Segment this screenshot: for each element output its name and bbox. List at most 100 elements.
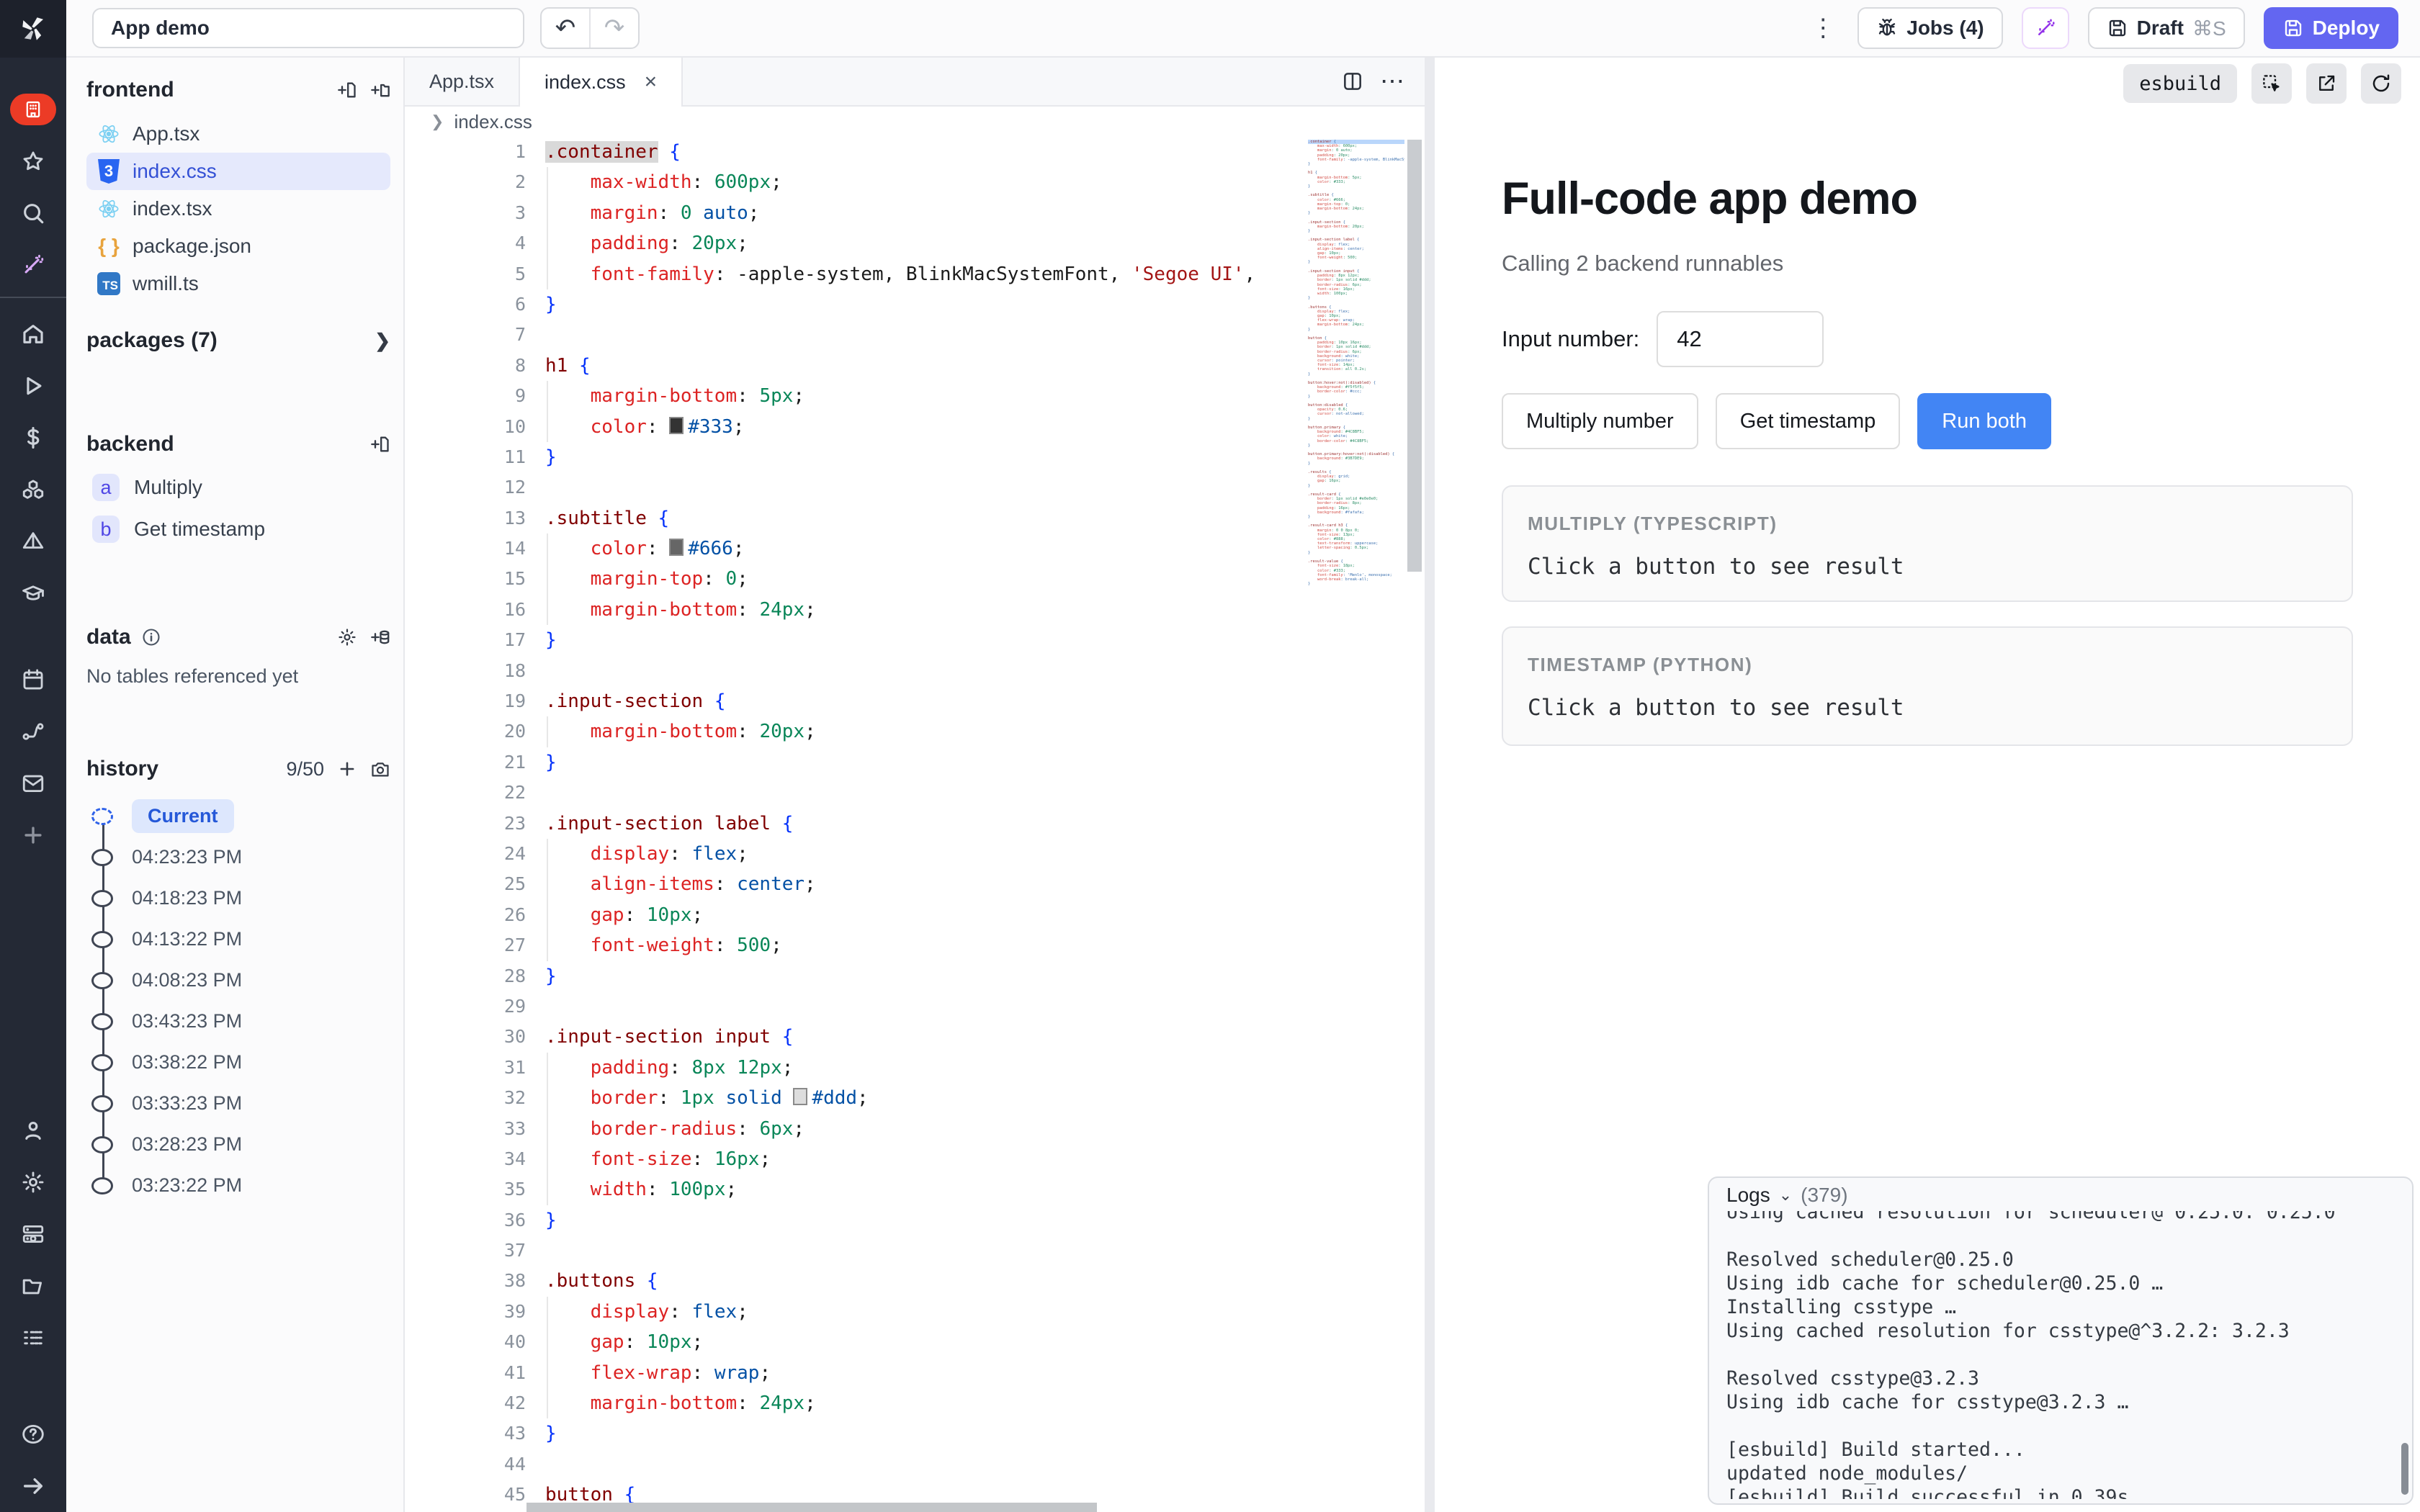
mail-icon[interactable] xyxy=(0,757,66,809)
history-entry[interactable]: 04:13:22 PM xyxy=(86,919,390,960)
inspect-select-button[interactable] xyxy=(2251,63,2292,104)
logs-list-icon[interactable] xyxy=(0,1312,66,1364)
code-line-5[interactable]: 5 font-family: -apple-system, BlinkMacSy… xyxy=(405,259,1425,289)
code-line-6[interactable]: 6} xyxy=(405,289,1425,320)
code-line-12[interactable]: 12 xyxy=(405,472,1425,503)
code-line-11[interactable]: 11} xyxy=(405,442,1425,472)
chevron-right-icon[interactable]: ❯ xyxy=(375,330,390,352)
code-line-27[interactable]: 27 font-weight: 500; xyxy=(405,930,1425,960)
code-line-4[interactable]: 4 padding: 20px; xyxy=(405,228,1425,258)
code-line-13[interactable]: 13.subtitle { xyxy=(405,503,1425,534)
vertical-scrollbar[interactable] xyxy=(1404,137,1425,1512)
user-icon[interactable] xyxy=(0,1104,66,1156)
more-options-kebab-icon[interactable]: ⋮ xyxy=(1807,14,1839,42)
windmill-logo[interactable] xyxy=(0,0,66,58)
history-entry[interactable]: 03:38:22 PM xyxy=(86,1042,390,1083)
add-plus-icon[interactable] xyxy=(0,809,66,861)
code-line-7[interactable]: 7 xyxy=(405,320,1425,350)
minimap[interactable]: .container { max-width: 600px; margin: 0… xyxy=(1304,137,1404,1512)
code-line-8[interactable]: 8h1 { xyxy=(405,351,1425,381)
favorites-star-icon[interactable] xyxy=(0,135,66,187)
code-line-25[interactable]: 25 align-items: center; xyxy=(405,869,1425,899)
code-area[interactable]: 1.container {2 max-width: 600px;3 margin… xyxy=(405,137,1425,1512)
code-line-42[interactable]: 42 margin-bottom: 24px; xyxy=(405,1388,1425,1418)
code-line-10[interactable]: 10 color: #333; xyxy=(405,412,1425,442)
get-timestamp-button[interactable]: Get timestamp xyxy=(1716,393,1901,449)
code-line-32[interactable]: 32 border: 1px solid #ddd; xyxy=(405,1083,1425,1113)
code-line-9[interactable]: 9 margin-bottom: 5px; xyxy=(405,381,1425,411)
workspace-switcher[interactable] xyxy=(0,84,66,135)
code-line-39[interactable]: 39 display: flex; xyxy=(405,1297,1425,1327)
code-line-20[interactable]: 20 margin-bottom: 20px; xyxy=(405,716,1425,747)
add-file-button[interactable] xyxy=(337,80,357,100)
info-icon[interactable] xyxy=(141,627,161,647)
code-line-1[interactable]: 1.container { xyxy=(405,137,1425,167)
history-entry[interactable]: 03:43:23 PM xyxy=(86,1001,390,1042)
history-entry[interactable]: 04:08:23 PM xyxy=(86,960,390,1001)
multiply-number-button[interactable]: Multiply number xyxy=(1502,393,1698,449)
draft-button[interactable]: Draft ⌘S xyxy=(2088,7,2245,49)
run-both-button[interactable]: Run both xyxy=(1917,393,2051,449)
code-line-30[interactable]: 30.input-section input { xyxy=(405,1022,1425,1052)
horizontal-scrollbar[interactable] xyxy=(526,1503,1097,1512)
code-line-29[interactable]: 29 xyxy=(405,991,1425,1022)
search-icon[interactable] xyxy=(0,187,66,239)
variables-dollar-icon[interactable] xyxy=(0,412,66,464)
app-name-input[interactable] xyxy=(92,8,524,48)
history-entry[interactable]: 03:23:22 PM xyxy=(86,1165,390,1206)
code-line-3[interactable]: 3 margin: 0 auto; xyxy=(405,198,1425,228)
tab-index-css[interactable]: index.css × xyxy=(519,58,683,107)
logs-scrollbar-thumb[interactable] xyxy=(2401,1443,2408,1495)
code-line-16[interactable]: 16 margin-bottom: 24px; xyxy=(405,595,1425,625)
history-current[interactable]: Current xyxy=(86,796,390,837)
add-runnable-button[interactable] xyxy=(370,434,390,454)
code-line-31[interactable]: 31 padding: 8px 12px; xyxy=(405,1053,1425,1083)
runnable-item-get-timestamp[interactable]: bGet timestamp xyxy=(86,508,390,550)
logs-body[interactable]: Using cached resolution for scheduler@ 0… xyxy=(1726,1211,2388,1499)
file-item-index.tsx[interactable]: index.tsx xyxy=(86,190,390,228)
code-line-26[interactable]: 26 gap: 10px; xyxy=(405,900,1425,930)
settings-gear-icon[interactable] xyxy=(0,1156,66,1208)
workers-icon[interactable] xyxy=(0,1208,66,1260)
code-line-22[interactable]: 22 xyxy=(405,778,1425,808)
split-editor-icon[interactable] xyxy=(1341,70,1364,93)
add-table-button[interactable] xyxy=(370,627,390,647)
code-line-33[interactable]: 33 border-radius: 6px; xyxy=(405,1114,1425,1144)
code-line-19[interactable]: 19.input-section { xyxy=(405,686,1425,716)
breadcrumb[interactable]: ❯ index.css xyxy=(405,107,1425,137)
home-icon[interactable] xyxy=(0,308,66,360)
code-line-40[interactable]: 40 gap: 10px; xyxy=(405,1327,1425,1357)
redo-button[interactable]: ↷ xyxy=(591,9,638,48)
learn-graduation-icon[interactable] xyxy=(0,567,66,619)
code-line-43[interactable]: 43} xyxy=(405,1418,1425,1449)
file-item-package.json[interactable]: { }package.json xyxy=(86,228,390,265)
code-line-23[interactable]: 23.input-section label { xyxy=(405,809,1425,839)
camera-icon[interactable] xyxy=(370,759,390,779)
open-external-button[interactable] xyxy=(2306,63,2347,104)
history-entry[interactable]: 04:18:23 PM xyxy=(86,878,390,919)
calendar-icon[interactable] xyxy=(0,654,66,706)
code-line-28[interactable]: 28} xyxy=(405,961,1425,991)
ai-assistant-button[interactable] xyxy=(2022,7,2069,49)
undo-button[interactable]: ↶ xyxy=(542,9,589,48)
collapse-arrow-icon[interactable] xyxy=(0,1460,66,1512)
code-line-41[interactable]: 41 flex-wrap: wrap; xyxy=(405,1358,1425,1388)
code-line-14[interactable]: 14 color: #666; xyxy=(405,534,1425,564)
schedules-prism-icon[interactable] xyxy=(0,516,66,567)
runnable-item-multiply[interactable]: aMultiply xyxy=(86,467,390,508)
code-line-34[interactable]: 34 font-size: 16px; xyxy=(405,1144,1425,1174)
tab-app-tsx[interactable]: App.tsx xyxy=(405,58,519,105)
code-line-24[interactable]: 24 display: flex; xyxy=(405,839,1425,869)
refresh-button[interactable] xyxy=(2361,63,2401,104)
ai-wand-icon[interactable] xyxy=(0,239,66,291)
deploy-button[interactable]: Deploy xyxy=(2264,7,2398,49)
flows-route-icon[interactable] xyxy=(0,706,66,757)
history-entry[interactable]: 03:28:23 PM xyxy=(86,1124,390,1165)
help-icon[interactable] xyxy=(0,1408,66,1460)
resources-cubes-icon[interactable] xyxy=(0,464,66,516)
code-line-21[interactable]: 21} xyxy=(405,747,1425,778)
add-folder-button[interactable] xyxy=(370,80,390,100)
file-item-App.tsx[interactable]: App.tsx xyxy=(86,115,390,153)
code-line-37[interactable]: 37 xyxy=(405,1236,1425,1266)
code-line-36[interactable]: 36} xyxy=(405,1205,1425,1236)
